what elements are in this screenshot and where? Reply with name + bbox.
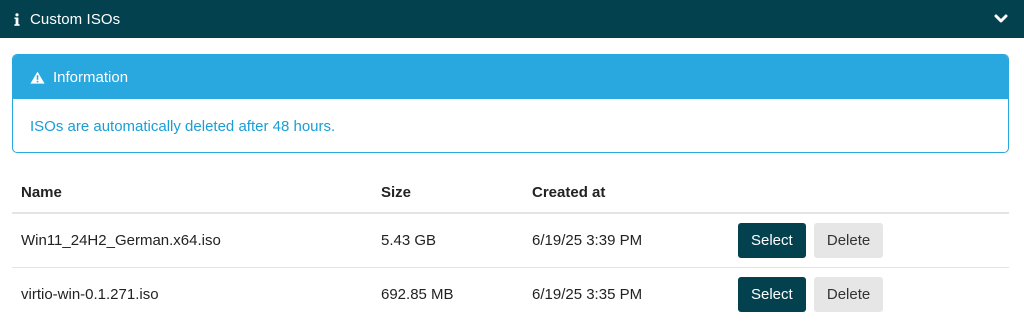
table-row: Win11_24H2_German.x64.iso 5.43 GB 6/19/2…: [12, 213, 1009, 268]
column-header-actions: [738, 172, 1009, 214]
delete-button[interactable]: Delete: [813, 222, 884, 258]
iso-name: virtio-win-0.1.271.iso: [21, 285, 159, 303]
alert-heading: Information: [53, 68, 129, 86]
table-row: virtio-win-0.1.271.iso 692.85 MB 6/19/25…: [12, 267, 1009, 321]
delete-button[interactable]: Delete: [813, 276, 884, 312]
iso-size: 692.85 MB: [381, 285, 454, 303]
column-header-created-at: Created at: [523, 172, 738, 214]
info-icon: [12, 12, 22, 26]
select-button[interactable]: Select: [738, 222, 806, 258]
iso-created-at: 6/19/25 3:39 PM: [523, 213, 738, 268]
column-header-size: Size: [372, 172, 523, 214]
information-alert: Information ISOs are automatically delet…: [12, 54, 1009, 153]
row-actions: Select Delete: [738, 213, 1009, 268]
iso-table: Name Size Created at Win11_24H2_German.x…: [12, 172, 1009, 321]
alert-message: ISOs are automatically deleted after 48 …: [30, 117, 336, 135]
iso-name: Win11_24H2_German.x64.iso: [12, 213, 372, 268]
column-header-name: Name: [12, 172, 372, 214]
warning-icon: [30, 71, 45, 84]
panel-title: Custom ISOs: [30, 10, 121, 28]
iso-created-at: 6/19/25 3:35 PM: [532, 285, 643, 303]
alert-header: Information: [13, 55, 1008, 99]
table-header-row: Name Size Created at: [12, 172, 1009, 214]
select-button[interactable]: Select: [738, 276, 806, 312]
row-actions: Select Delete: [738, 267, 1009, 321]
custom-isos-panel-header[interactable]: Custom ISOs: [0, 0, 1024, 38]
chevron-down-icon[interactable]: [994, 14, 1008, 24]
iso-size: 5.43 GB: [372, 213, 523, 268]
